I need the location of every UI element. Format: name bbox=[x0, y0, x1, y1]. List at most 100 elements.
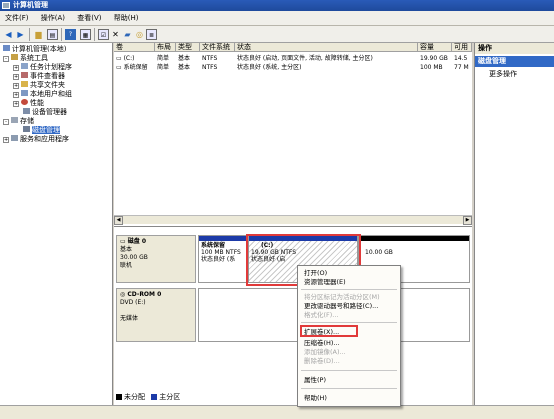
expand-icon[interactable]: + bbox=[13, 74, 19, 80]
event-log-icon bbox=[21, 72, 28, 78]
expand-icon[interactable]: + bbox=[13, 101, 19, 107]
disk-graphical-view: ▭ 磁盘 0 基本 30.00 GB 联机 系统保留 100 MB NTFS 状… bbox=[114, 226, 472, 404]
tree-system-tools[interactable]: - 系统工具 bbox=[3, 54, 48, 62]
cdrom-0-label[interactable]: ◎ CD-ROM 0 DVD (E:) 无媒体 bbox=[116, 288, 196, 342]
tree-event-viewer[interactable]: + 事件查看器 bbox=[13, 72, 65, 80]
unallocated-swatch bbox=[116, 394, 122, 400]
menu-explore[interactable]: 资源管理器(E) bbox=[304, 278, 346, 286]
volume-name: ▭ (C:) bbox=[116, 55, 135, 62]
partition-bar bbox=[199, 236, 247, 241]
expand-icon[interactable]: + bbox=[13, 65, 19, 71]
expand-icon[interactable]: + bbox=[13, 92, 19, 98]
shared-folder-icon bbox=[21, 81, 28, 87]
volume-status: 状态良好 (启动, 页面文件, 活动, 故障转储, 主分区) bbox=[237, 55, 373, 62]
disk-0-name: 磁盘 0 bbox=[127, 238, 147, 245]
menu-delete-volume[interactable]: 删除卷(D)... bbox=[304, 357, 340, 365]
search-icon[interactable]: ◎ bbox=[134, 29, 145, 40]
tree-disk-management[interactable]: 磁盘管理 bbox=[23, 126, 60, 134]
volume-free: 77 M bbox=[454, 64, 469, 71]
menu-separator bbox=[301, 289, 397, 290]
menu-separator bbox=[301, 322, 397, 323]
properties-icon[interactable]: ▤ bbox=[47, 29, 58, 40]
collapse-icon[interactable]: - bbox=[3, 119, 9, 125]
export-icon[interactable]: ▰ bbox=[122, 29, 133, 40]
settings-icon[interactable]: ☑ bbox=[98, 29, 109, 40]
menu-shrink-volume[interactable]: 压缩卷(H)... bbox=[304, 339, 340, 347]
computer-icon bbox=[3, 45, 10, 51]
list-view-icon[interactable]: ≣ bbox=[146, 29, 157, 40]
volume-row[interactable]: ▭ 系统保留 简单 基本 NTFS 状态良好 (系统, 主分区) 100 MB … bbox=[114, 63, 472, 72]
cdrom-0-name: CD-ROM 0 bbox=[127, 291, 162, 298]
menu-bar: 文件(F) 操作(A) 查看(V) 帮助(H) bbox=[0, 11, 554, 26]
column-free[interactable]: 可用 bbox=[452, 43, 472, 52]
refresh-icon[interactable]: ▦ bbox=[80, 29, 91, 40]
services-icon bbox=[11, 135, 18, 141]
menu-help[interactable]: 帮助(H) bbox=[304, 394, 327, 402]
storage-icon bbox=[11, 117, 18, 123]
horizontal-scrollbar[interactable]: ◀ ▶ bbox=[114, 215, 472, 225]
disk-management-panel: 卷 布局 类型 文件系统 状态 容量 可用 ▭ (C:) 简单 基本 NTFS … bbox=[114, 43, 472, 405]
volume-fs: NTFS bbox=[202, 55, 218, 62]
actions-pane: 操作 磁盘管理 更多操作 bbox=[474, 43, 554, 405]
tree-storage[interactable]: - 存储 bbox=[3, 117, 34, 125]
back-arrow-icon[interactable]: ◀ bbox=[3, 29, 14, 40]
expand-icon[interactable]: + bbox=[13, 83, 19, 89]
tree-performance[interactable]: + 性能 bbox=[13, 99, 44, 107]
menu-action[interactable]: 操作(A) bbox=[36, 11, 70, 26]
menu-change-letter[interactable]: 更改驱动器号和路径(C)... bbox=[304, 302, 378, 310]
column-volume[interactable]: 卷 bbox=[114, 43, 155, 52]
tree-services-apps[interactable]: + 服务和应用程序 bbox=[3, 135, 69, 143]
toolbar: ◀ ▶ ▆ ▤ ? ▦ ☑ ✕ ▰ ◎ ≣ bbox=[0, 26, 554, 43]
column-status[interactable]: 状态 bbox=[235, 43, 418, 52]
clock-icon bbox=[21, 63, 28, 69]
window-titlebar: 计算机管理 bbox=[0, 0, 554, 11]
help-icon[interactable]: ? bbox=[65, 29, 76, 40]
partition-name: 系统保留 bbox=[201, 242, 226, 249]
disk-0-label[interactable]: ▭ 磁盘 0 基本 30.00 GB 联机 bbox=[116, 235, 196, 283]
volume-list-header: 卷 布局 类型 文件系统 状态 容量 可用 bbox=[114, 43, 472, 52]
menu-format[interactable]: 格式化(F)... bbox=[304, 311, 339, 319]
performance-icon bbox=[21, 99, 28, 105]
volume-row[interactable]: ▭ (C:) 简单 基本 NTFS 状态良好 (启动, 页面文件, 活动, 故障… bbox=[114, 54, 472, 63]
column-type[interactable]: 类型 bbox=[176, 43, 200, 52]
disk-icon: ▭ bbox=[120, 238, 128, 245]
disk-0-size: 30.00 GB bbox=[120, 254, 148, 261]
volume-status: 状态良好 (系统, 主分区) bbox=[237, 64, 302, 71]
scroll-right-icon[interactable]: ▶ bbox=[463, 216, 472, 225]
column-layout[interactable]: 布局 bbox=[155, 43, 176, 52]
menu-open[interactable]: 打开(O) bbox=[304, 269, 327, 277]
scroll-left-icon[interactable]: ◀ bbox=[114, 216, 123, 225]
menu-add-mirror[interactable]: 添加镜像(A)... bbox=[304, 348, 346, 356]
menu-file[interactable]: 文件(F) bbox=[0, 11, 34, 26]
collapse-icon[interactable]: - bbox=[3, 56, 9, 62]
volume-name: ▭ 系统保留 bbox=[116, 64, 148, 71]
volume-fs: NTFS bbox=[202, 64, 218, 71]
window-title: 计算机管理 bbox=[13, 1, 48, 9]
volume-capacity: 100 MB bbox=[420, 64, 443, 71]
menu-properties[interactable]: 属性(P) bbox=[304, 376, 326, 384]
cdrom-0-type: DVD (E:) bbox=[120, 299, 146, 306]
menu-mark-active[interactable]: 将分区标记为活动分区(M) bbox=[304, 293, 380, 301]
column-capacity[interactable]: 容量 bbox=[418, 43, 452, 52]
primary-swatch bbox=[151, 394, 158, 400]
folder-icon[interactable]: ▆ bbox=[33, 29, 44, 40]
partition-system-reserved[interactable]: 系统保留 100 MB NTFS 状态良好 (系 bbox=[198, 235, 248, 283]
delete-icon[interactable]: ✕ bbox=[110, 29, 121, 40]
forward-arrow-icon[interactable]: ▶ bbox=[15, 29, 26, 40]
extend-highlight-box bbox=[300, 325, 358, 337]
expand-icon[interactable]: + bbox=[3, 137, 9, 143]
volume-layout: 简单 bbox=[157, 64, 170, 71]
tree-task-scheduler[interactable]: + 任务计划程序 bbox=[13, 63, 72, 71]
more-actions-link[interactable]: 更多操作 bbox=[489, 70, 517, 79]
toolbar-separator bbox=[29, 28, 30, 41]
actions-section[interactable]: 磁盘管理 bbox=[475, 56, 554, 67]
column-filesystem[interactable]: 文件系统 bbox=[200, 43, 235, 52]
tree-device-manager[interactable]: 设备管理器 bbox=[23, 108, 67, 116]
menu-view[interactable]: 查看(V) bbox=[72, 11, 106, 26]
tree-shared-folders[interactable]: + 共享文件夹 bbox=[13, 81, 65, 89]
partition-size: 10.00 GB bbox=[365, 249, 393, 256]
tree-root[interactable]: 计算机管理(本地) bbox=[3, 45, 66, 53]
menu-help[interactable]: 帮助(H) bbox=[109, 11, 144, 26]
tree-local-users[interactable]: + 本地用户和组 bbox=[13, 90, 72, 98]
cdrom-0-state: 无媒体 bbox=[120, 315, 139, 322]
